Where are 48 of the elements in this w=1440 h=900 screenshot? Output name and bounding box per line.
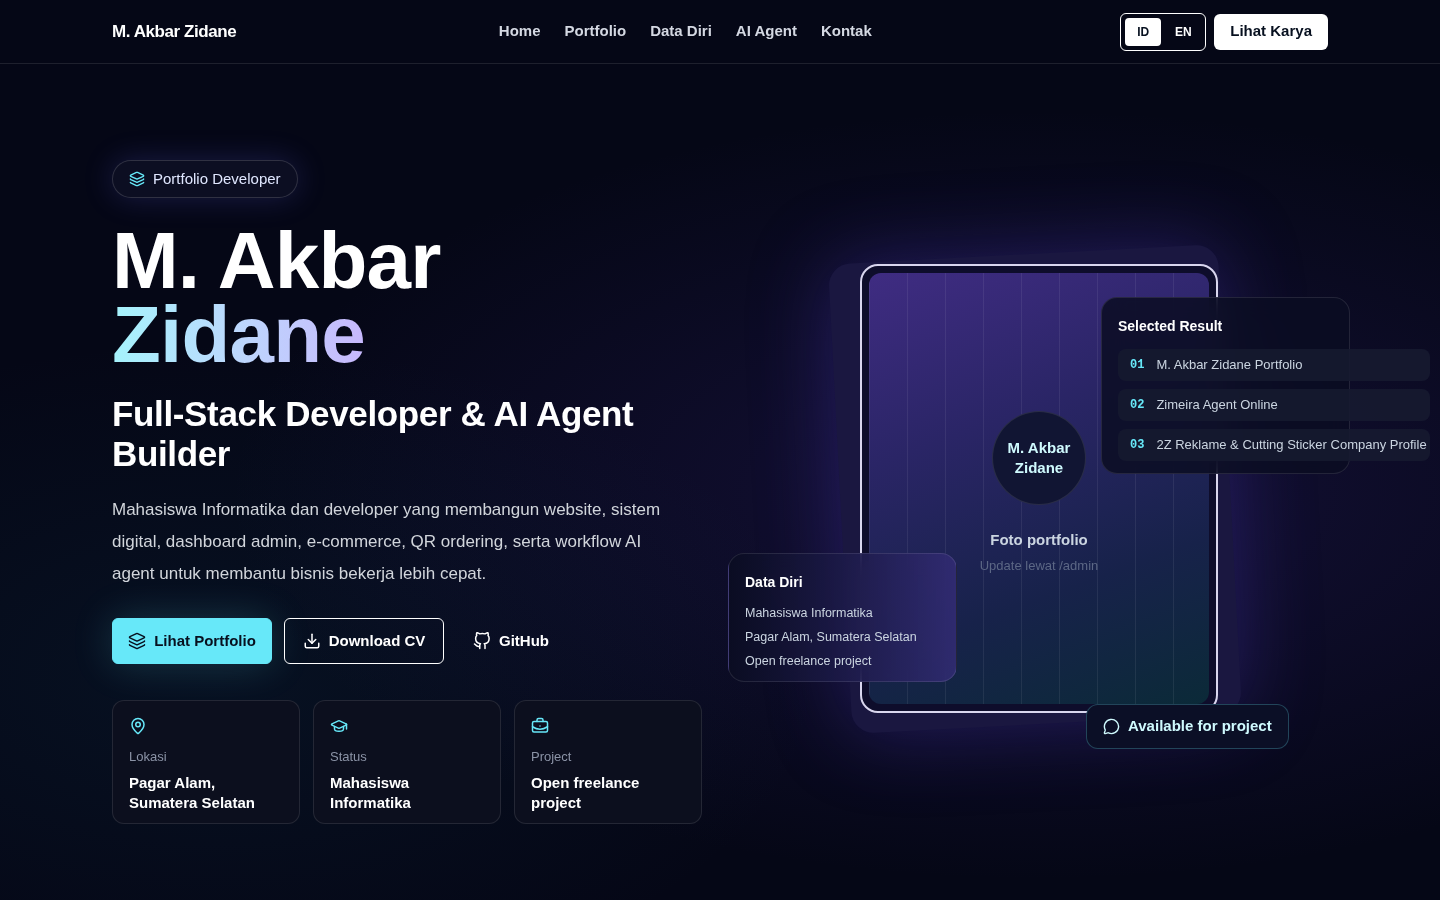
info-value: Pagar Alam, Sumatera Selatan xyxy=(129,772,256,813)
info-label: Project xyxy=(531,748,572,766)
data-line: Mahasiswa Informatika xyxy=(745,605,874,622)
lihat-karya-button[interactable]: Lihat Karya xyxy=(1214,13,1328,50)
briefcase-icon xyxy=(531,717,549,735)
data-line: Pagar Alam, Sumatera Selatan xyxy=(745,629,917,646)
nav-link[interactable]: Data Diri xyxy=(650,20,712,43)
graduation-cap-icon xyxy=(330,717,348,735)
nav-link[interactable]: Kontak xyxy=(820,20,872,43)
result-title: 2Z Reklame & Cutting Sticker Company Profile xyxy=(1156,436,1427,455)
hero-name: M. Akbar xyxy=(112,224,441,298)
layers-icon xyxy=(129,171,145,187)
layers-icon xyxy=(128,632,147,650)
nav-link[interactable]: AI Agent xyxy=(735,20,797,43)
result-number: 03 xyxy=(1130,437,1145,454)
result-title: M. Akbar Zidane Portfolio xyxy=(1156,356,1303,375)
photo-hint: Update lewat /admin xyxy=(979,556,1099,575)
data-line: Open freelance project xyxy=(745,653,873,670)
info-value: Mahasiswa Informatika xyxy=(330,772,412,813)
nav-link[interactable]: Portfolio xyxy=(564,20,627,43)
result-number: 01 xyxy=(1130,357,1145,374)
info-label: Lokasi xyxy=(129,748,167,766)
card-title: Selected Result xyxy=(1118,317,1224,336)
language-tab[interactable]: ID xyxy=(1125,17,1162,46)
github-icon xyxy=(473,632,491,650)
hero-headline: Full-Stack Developer & AI Agent Builder xyxy=(112,394,635,474)
location-pin-icon xyxy=(129,717,147,735)
hero-button[interactable]: GitHub xyxy=(456,618,566,664)
language-tab[interactable]: EN xyxy=(1165,17,1202,46)
result-row[interactable]: 02 Zimeira Agent Online xyxy=(1118,389,1430,421)
availability-label: Available for project xyxy=(1128,716,1272,737)
info-value: Open freelance project xyxy=(531,772,641,813)
result-number: 02 xyxy=(1130,397,1145,414)
result-row[interactable]: 03 2Z Reklame & Cutting Sticker Company Profile xyxy=(1118,429,1430,461)
avatar-name: M. Akbar Zidane xyxy=(1006,438,1072,478)
info-label: Status xyxy=(330,748,367,766)
badge-label: Portfolio Developer xyxy=(153,168,281,189)
nav-link[interactable]: Home xyxy=(498,20,541,43)
brand-name[interactable]: M. Akbar Zidane xyxy=(112,18,237,45)
photo-title: Foto portfolio xyxy=(990,530,1088,550)
card-title: Data Diri xyxy=(745,573,803,592)
hero-button[interactable]: Lihat Portfolio xyxy=(112,618,272,664)
chat-bubble-icon xyxy=(1103,718,1120,735)
hero-button[interactable]: Download CV xyxy=(284,618,444,664)
result-title: Zimeira Agent Online xyxy=(1156,396,1278,415)
result-row[interactable]: 01 M. Akbar Zidane Portfolio xyxy=(1118,349,1430,381)
download-icon xyxy=(302,632,321,650)
hero-description: Mahasiswa Informatika dan developer yang membangun website, sistem digital, dashboard admin, e-commerce, QR ordering, serta workflow AI agent untuk membantu bisnis bekerja lebih cepat. xyxy=(112,499,662,585)
